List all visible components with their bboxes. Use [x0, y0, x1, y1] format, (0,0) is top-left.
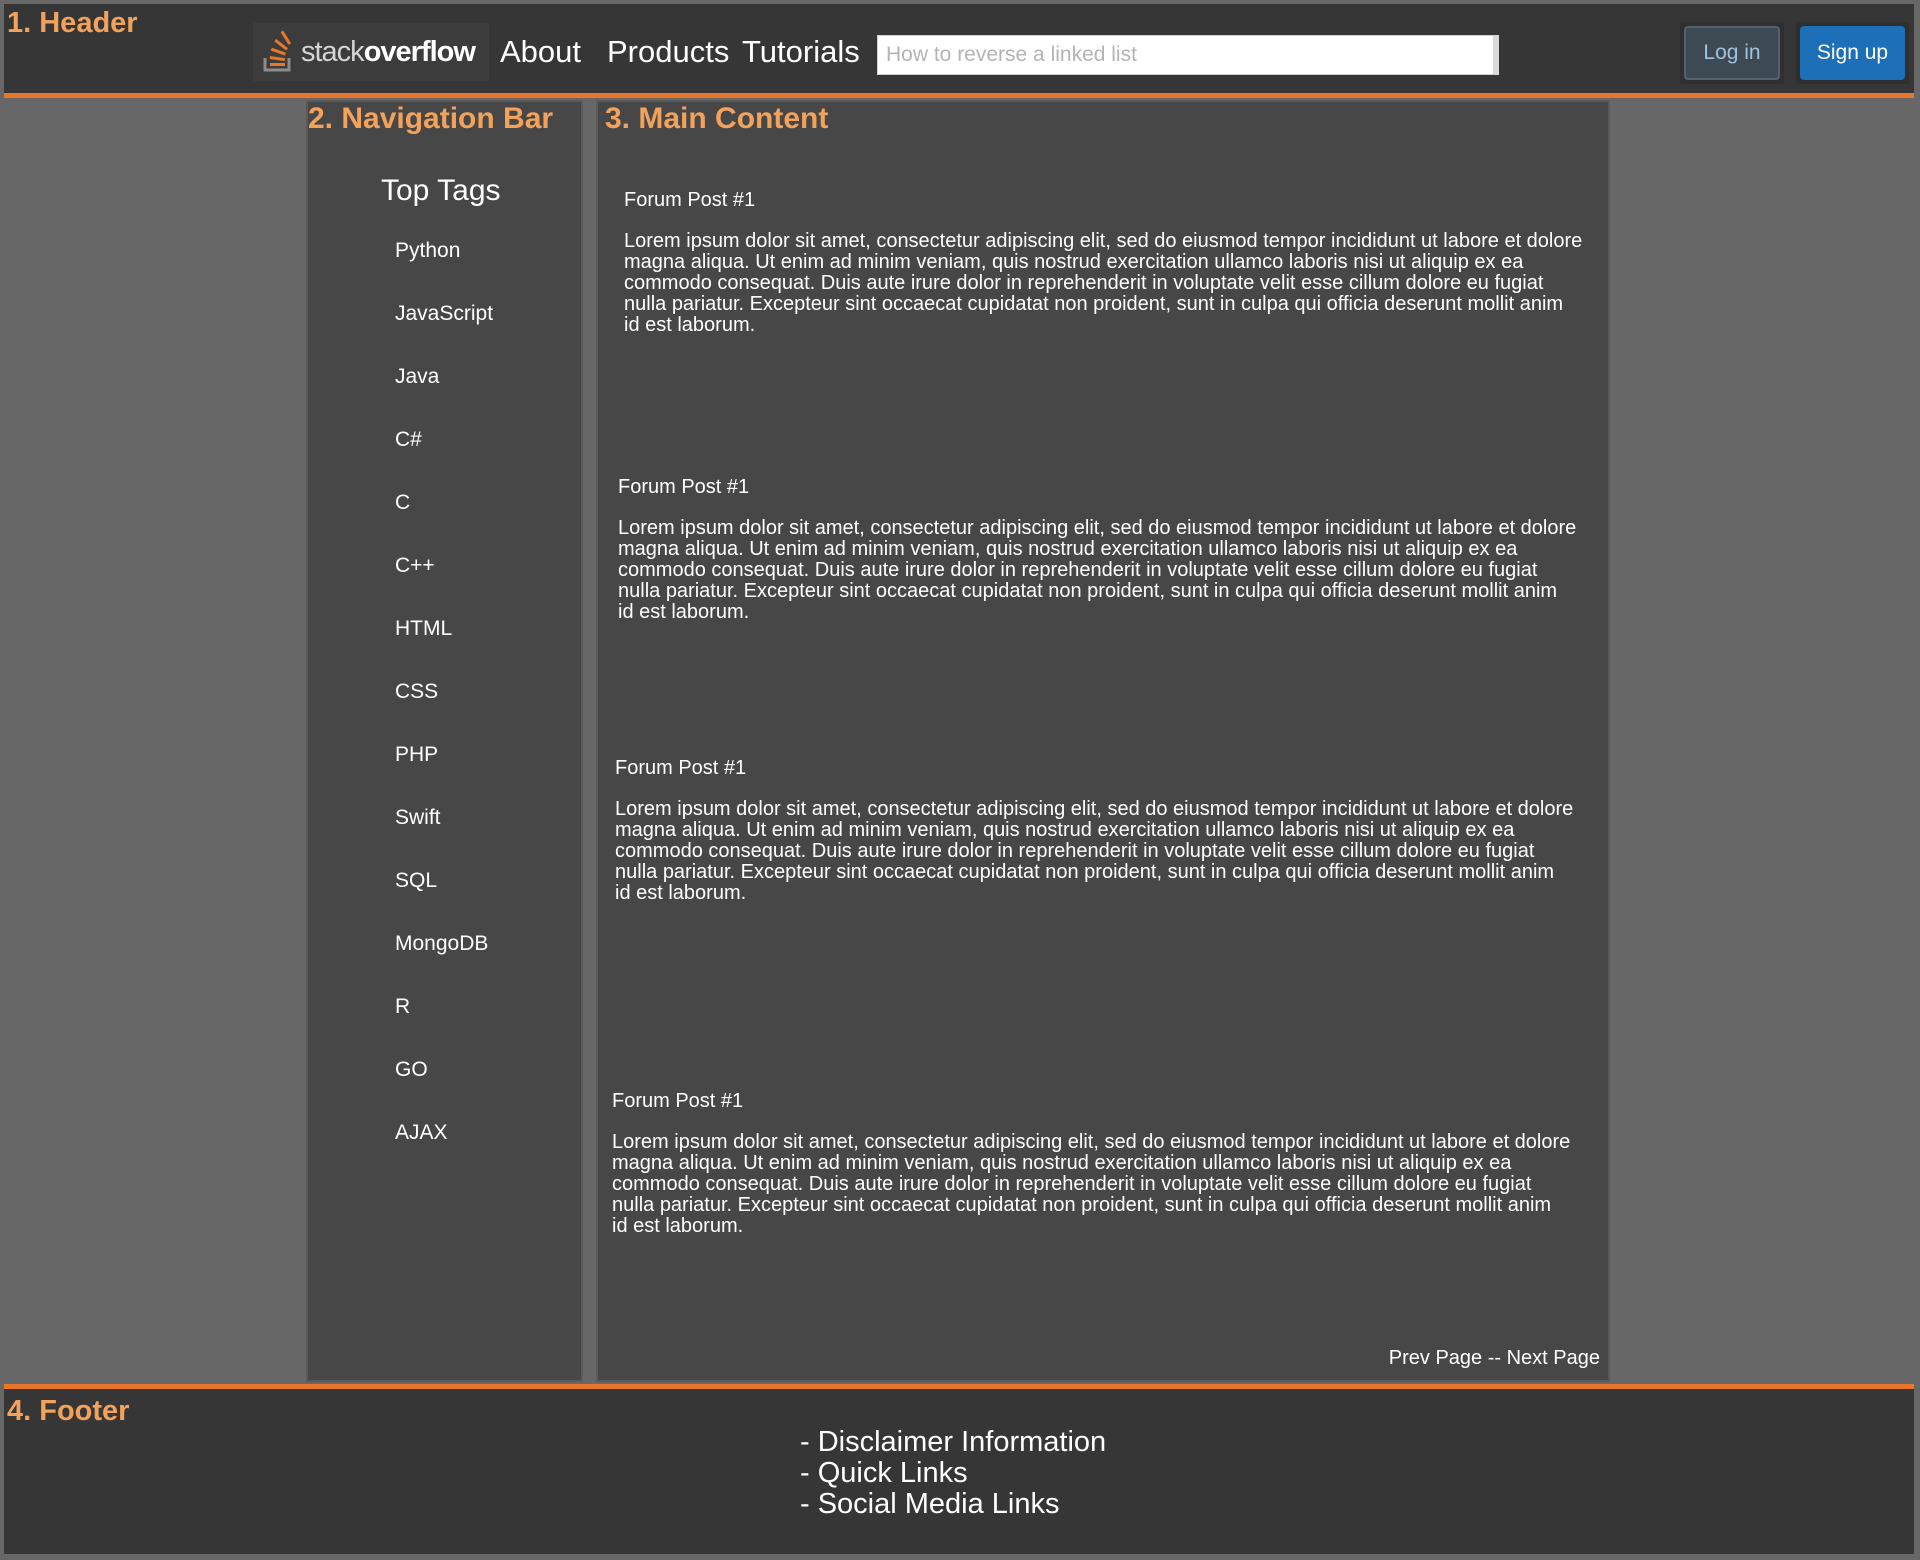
header-section-label: 1. Header — [7, 7, 138, 39]
footer-link-disclaimer[interactable]: - Disclaimer Information — [800, 1427, 1106, 1458]
forum-post-title[interactable]: Forum Post #1 — [618, 476, 1578, 499]
search-input[interactable] — [877, 35, 1499, 75]
tag-item-sql[interactable]: SQL — [395, 869, 493, 932]
forum-post-body: Lorem ipsum dolor sit amet, consectetur … — [615, 798, 1574, 904]
signup-button[interactable]: Sign up — [1800, 26, 1905, 80]
tag-item-ajax[interactable]: AJAX — [395, 1121, 493, 1184]
pagination: Prev Page -- Next Page — [1389, 1347, 1600, 1370]
navigation-bar: 2. Navigation Bar Top Tags Python JavaSc… — [306, 100, 583, 1382]
next-page-link[interactable]: Next Page — [1507, 1347, 1600, 1369]
login-button[interactable]: Log in — [1684, 26, 1780, 80]
forum-post-title[interactable]: Forum Post #1 — [612, 1090, 1572, 1113]
top-tags-title: Top Tags — [381, 174, 501, 207]
tag-list: Python JavaScript Java C# C C++ HTML CSS… — [395, 239, 493, 1184]
forum-post-body: Lorem ipsum dolor sit amet, consectetur … — [612, 1131, 1571, 1237]
forum-post: Forum Post #1 Lorem ipsum dolor sit amet… — [624, 189, 1584, 336]
logo-wordmark: stackoverflow — [301, 35, 476, 68]
main-section-label: 3. Main Content — [605, 102, 829, 135]
forum-post-body: Lorem ipsum dolor sit amet, consectetur … — [618, 517, 1577, 623]
stackoverflow-logo[interactable]: stackoverflow — [253, 23, 489, 81]
signup-button-wrapper: Sign up — [1796, 22, 1909, 84]
tag-item-cpp[interactable]: C++ — [395, 554, 493, 617]
pager-separator: -- — [1482, 1347, 1507, 1369]
forum-post: Forum Post #1 Lorem ipsum dolor sit amet… — [612, 1090, 1572, 1237]
footer-links: - Disclaimer Information - Quick Links -… — [800, 1427, 1106, 1520]
header: 1. Header stackoverflow About Products T… — [4, 4, 1914, 98]
prev-page-link[interactable]: Prev Page — [1389, 1347, 1482, 1369]
forum-post-title[interactable]: Forum Post #1 — [624, 189, 1584, 212]
forum-post-title[interactable]: Forum Post #1 — [615, 757, 1575, 780]
footer: 4. Footer - Disclaimer Information - Qui… — [4, 1384, 1914, 1554]
nav-link-tutorials[interactable]: Tutorials — [742, 34, 860, 70]
tag-item-python[interactable]: Python — [395, 239, 493, 302]
forum-post: Forum Post #1 Lorem ipsum dolor sit amet… — [615, 757, 1575, 904]
nav-link-products[interactable]: Products — [607, 34, 729, 70]
tag-item-c[interactable]: C — [395, 491, 493, 554]
stackoverflow-logo-icon — [263, 30, 292, 72]
tag-item-javascript[interactable]: JavaScript — [395, 302, 493, 365]
tag-item-css[interactable]: CSS — [395, 680, 493, 743]
navbar-section-label: 2. Navigation Bar — [308, 102, 554, 135]
nav-link-about[interactable]: About — [500, 34, 581, 70]
footer-link-quick-links[interactable]: - Quick Links — [800, 1458, 1106, 1489]
forum-post: Forum Post #1 Lorem ipsum dolor sit amet… — [618, 476, 1578, 623]
tag-item-swift[interactable]: Swift — [395, 806, 493, 869]
footer-section-label: 4. Footer — [7, 1395, 130, 1427]
tag-item-html[interactable]: HTML — [395, 617, 493, 680]
tag-item-java[interactable]: Java — [395, 365, 493, 428]
tag-item-r[interactable]: R — [395, 995, 493, 1058]
tag-item-mongodb[interactable]: MongoDB — [395, 932, 493, 995]
tag-item-php[interactable]: PHP — [395, 743, 493, 806]
login-button-wrapper: Log in — [1680, 22, 1784, 84]
tag-item-go[interactable]: GO — [395, 1058, 493, 1121]
forum-post-body: Lorem ipsum dolor sit amet, consectetur … — [624, 230, 1583, 336]
tag-item-csharp[interactable]: C# — [395, 428, 493, 491]
page: 1. Header stackoverflow About Products T… — [0, 0, 1920, 1560]
footer-link-social-media[interactable]: - Social Media Links — [800, 1489, 1106, 1520]
main-content: 3. Main Content Forum Post #1 Lorem ipsu… — [596, 100, 1610, 1382]
